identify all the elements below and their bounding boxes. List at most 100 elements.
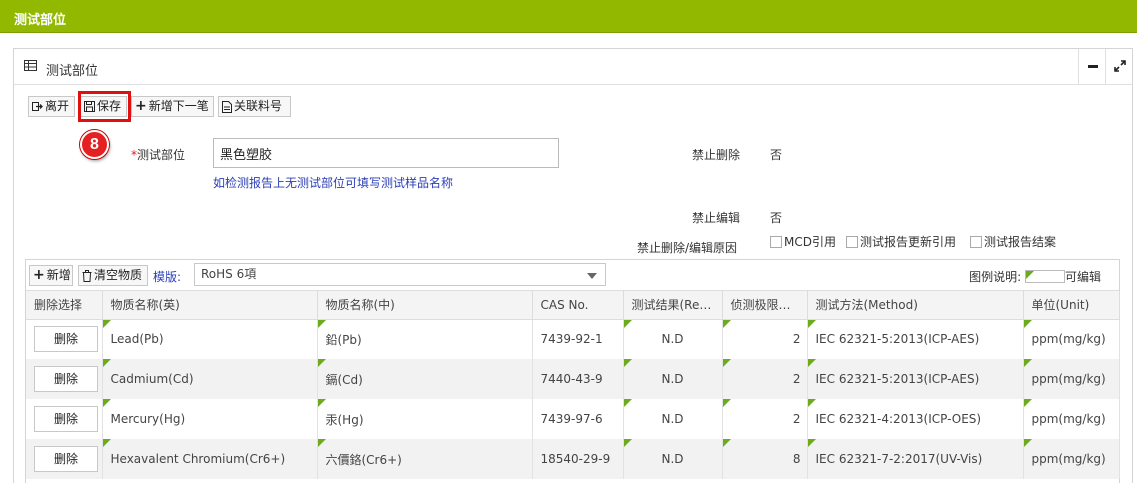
method-cell[interactable]: IEC 62321-7-2:2017(UV-Vis) — [807, 439, 1024, 479]
plus-icon: + — [135, 98, 147, 114]
name-zh-cell[interactable]: 六價鉻(Cr6+) — [317, 439, 533, 479]
add-next-label: 新增下一笔 — [148, 99, 209, 113]
grid-icon — [24, 60, 37, 71]
table-row: 删除 Hexavalent Chromium(Cr6+) 六價鉻(Cr6+) 1… — [26, 439, 1120, 479]
checkbox-icon — [770, 236, 782, 248]
delete-row-button[interactable]: 删除 — [34, 366, 98, 392]
leave-button[interactable]: 离开 — [28, 96, 75, 117]
result-cell[interactable]: N.D — [623, 439, 723, 479]
checkbox-icon — [846, 236, 858, 248]
panel-header: 测试部位 — [14, 49, 1132, 85]
reason-mcd-checkbox[interactable]: MCD引用 — [770, 233, 836, 250]
add-next-button[interactable]: + 新增下一笔 — [131, 96, 214, 117]
expand-button[interactable] — [1105, 49, 1132, 85]
table-row: 删除 Lead(Pb) 鉛(Pb) 7439-92-1 N.D 2 IEC 62… — [26, 319, 1120, 359]
reason-mcd-label: MCD引用 — [784, 235, 836, 249]
reason-report-close-checkbox[interactable]: 测试报告结案 — [970, 233, 1056, 250]
test-part-label: *测试部位 — [131, 146, 185, 163]
top-header-bar: 测试部位 — [0, 0, 1137, 33]
limit-cell[interactable]: 2 — [722, 399, 808, 439]
method-cell[interactable]: IEC 62321-5:2013(ICP-AES) — [807, 359, 1024, 399]
exit-icon — [32, 102, 43, 111]
name-zh-cell[interactable]: 汞(Hg) — [317, 399, 533, 439]
template-select[interactable]: RoHS 6項 — [194, 263, 606, 286]
test-part-label-text: 测试部位 — [137, 148, 186, 162]
unit-cell[interactable]: ppm(mg/kg) — [1023, 319, 1120, 359]
method-cell[interactable]: IEC 62321-5:2013(ICP-AES) — [807, 319, 1024, 359]
name-en-cell[interactable]: Cadmium(Cd) — [102, 359, 318, 399]
result-cell[interactable]: N.D — [623, 319, 723, 359]
clear-substance-label: 清空物质 — [94, 268, 143, 282]
col-header-cas[interactable]: CAS No. — [532, 291, 624, 320]
link-part-button[interactable]: 关联料号 — [218, 96, 291, 117]
result-cell[interactable]: N.D — [623, 399, 723, 439]
minimize-button[interactable] — [1078, 49, 1105, 85]
limit-cell[interactable]: 8 — [722, 439, 808, 479]
expand-icon — [1114, 60, 1126, 72]
col-header-result[interactable]: 测试结果(Re… — [623, 291, 723, 320]
delete-cell: 删除 — [26, 319, 103, 359]
add-substance-button[interactable]: + 新增 — [29, 265, 73, 286]
col-header-unit[interactable]: 单位(Unit) — [1023, 291, 1120, 320]
limit-cell[interactable]: 2 — [722, 319, 808, 359]
no-delete-value: 否 — [770, 148, 783, 162]
test-part-hint: 如检测报告上无测试部位可填写测试样品名称 — [213, 176, 454, 190]
delete-row-button[interactable]: 删除 — [34, 446, 98, 472]
cas-cell: 7440-43-9 — [532, 359, 624, 399]
panel-title: 测试部位 — [46, 64, 99, 79]
delete-row-button[interactable]: 删除 — [34, 406, 98, 432]
document-icon — [222, 100, 232, 113]
no-delete-label: 禁止删除 — [692, 148, 741, 162]
step-badge: 8 — [80, 130, 109, 159]
no-edit-label: 禁止编辑 — [692, 211, 741, 225]
plus-icon: + — [33, 267, 45, 283]
minimize-icon — [1088, 65, 1098, 68]
limit-cell[interactable]: 2 — [722, 359, 808, 399]
legend-label: 图例说明: — [969, 270, 1022, 284]
name-zh-cell[interactable]: 鉛(Pb) — [317, 319, 533, 359]
reason-report-update-checkbox[interactable]: 测试报告更新引用 — [846, 233, 956, 250]
unit-cell[interactable]: ppm(mg/kg) — [1023, 399, 1120, 439]
add-substance-label: 新增 — [46, 268, 71, 282]
name-zh-cell[interactable]: 鎘(Cd) — [317, 359, 533, 399]
template-select-value: RoHS 6項 — [201, 267, 257, 281]
name-en-cell[interactable]: Lead(Pb) — [102, 319, 318, 359]
table-row: 删除 Cadmium(Cd) 鎘(Cd) 7440-43-9 N.D 2 IEC… — [26, 359, 1120, 399]
clear-substance-button[interactable]: 清空物质 — [78, 265, 148, 286]
editable-swatch — [1024, 270, 1065, 283]
save-highlight-box — [78, 91, 131, 122]
method-cell[interactable]: IEC 62321-4:2013(ICP-OES) — [807, 399, 1024, 439]
unit-cell[interactable]: ppm(mg/kg) — [1023, 439, 1120, 479]
substance-grid-panel: + 新增 清空物质 模版: RoHS 6項 图例说明: 可编辑 删除选择 物质名称… — [25, 259, 1120, 483]
delete-cell: 删除 — [26, 439, 103, 479]
col-header-name-en[interactable]: 物质名称(英) — [102, 291, 318, 320]
col-header-method[interactable]: 测试方法(Method) — [807, 291, 1024, 320]
legend-text: 可编辑 — [1064, 270, 1101, 284]
no-edit-value: 否 — [770, 211, 783, 225]
col-header-delete: 删除选择 — [26, 291, 103, 320]
delete-cell: 删除 — [26, 399, 103, 439]
reason-label: 禁止删除/编辑原因 — [637, 241, 738, 255]
trash-icon — [82, 269, 92, 282]
col-header-limit[interactable]: 侦测极限… — [722, 291, 808, 320]
checkbox-icon — [970, 236, 982, 248]
link-part-label: 关联料号 — [234, 99, 283, 113]
reason-report-close-label: 测试报告结案 — [984, 235, 1057, 249]
test-part-input[interactable] — [213, 138, 559, 168]
reason-report-update-label: 测试报告更新引用 — [860, 235, 957, 249]
substance-table: 删除选择 物质名称(英) 物质名称(中) CAS No. 测试结果(Re… 侦测… — [26, 291, 1120, 479]
cas-cell: 18540-29-9 — [532, 439, 624, 479]
name-en-cell[interactable]: Hexavalent Chromium(Cr6+) — [102, 439, 318, 479]
col-header-name-zh[interactable]: 物质名称(中) — [317, 291, 533, 320]
legend: 图例说明: 可编辑 — [969, 268, 1101, 285]
result-cell[interactable]: N.D — [623, 359, 723, 399]
top-header-title: 测试部位 — [14, 13, 67, 28]
leave-label: 离开 — [45, 99, 70, 113]
unit-cell[interactable]: ppm(mg/kg) — [1023, 359, 1120, 399]
delete-row-button[interactable]: 删除 — [34, 326, 98, 353]
name-en-cell[interactable]: Mercury(Hg) — [102, 399, 318, 439]
cas-cell: 7439-97-6 — [532, 399, 624, 439]
table-row: 删除 Mercury(Hg) 汞(Hg) 7439-97-6 N.D 2 IEC… — [26, 399, 1120, 439]
template-label: 模版: — [153, 270, 182, 284]
chevron-down-icon — [587, 273, 597, 279]
